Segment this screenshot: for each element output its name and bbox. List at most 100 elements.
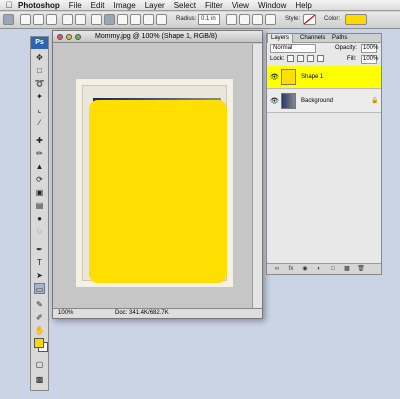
layers-panel-toolbar: ∞ fx ◉ ◐ □ ▩ 🗑: [267, 263, 381, 274]
tab-layers[interactable]: Layers: [267, 34, 294, 43]
layer-thumbnail: [281, 93, 296, 109]
lock-label: Lock:: [270, 56, 285, 62]
marquee-tool-icon[interactable]: □: [34, 65, 45, 76]
menu-select[interactable]: Select: [174, 0, 196, 11]
new-group-icon[interactable]: □: [329, 266, 337, 273]
document-status-bar: 100% Doc: 341.4K/682.7K: [53, 308, 262, 318]
document-title-bar[interactable]: Mommy.jpg @ 100% (Shape 1, RGB/8): [53, 31, 262, 43]
brush-tool-icon[interactable]: ✏: [34, 148, 45, 159]
magic-wand-icon[interactable]: ✦: [34, 91, 45, 102]
close-window-icon[interactable]: [57, 34, 63, 40]
layer-row-shape-1[interactable]: 👁 Shape 1: [267, 66, 381, 89]
lock-position-icon[interactable]: [307, 55, 314, 62]
zoom-level[interactable]: 100%: [58, 309, 73, 318]
adjustment-layer-icon[interactable]: ◐: [315, 266, 323, 273]
blend-mode-select[interactable]: Normal: [270, 44, 316, 53]
eye-icon[interactable]: 👁: [270, 97, 279, 105]
canvas-area[interactable]: [53, 44, 251, 308]
fill-pixels-icon[interactable]: [46, 14, 57, 25]
gradient-tool-icon[interactable]: ▤: [34, 200, 45, 211]
clone-stamp-icon[interactable]: ▲: [34, 161, 45, 172]
rounded-rectangle-icon[interactable]: [104, 14, 115, 25]
menu-bar:  Photoshop File Edit Image Layer Select…: [0, 0, 400, 11]
pen-tool-icon[interactable]: [62, 14, 73, 25]
tool-preset-picker[interactable]: [3, 14, 14, 25]
pen-tool-icon[interactable]: ✒: [34, 244, 45, 255]
app-menu[interactable]: Photoshop: [18, 0, 60, 11]
polygon-shape-icon[interactable]: [130, 14, 141, 25]
menu-view[interactable]: View: [232, 0, 249, 11]
history-brush-icon[interactable]: ⟳: [34, 174, 45, 185]
menu-edit[interactable]: Edit: [91, 0, 105, 11]
shape-tool-icon[interactable]: ▭: [34, 283, 45, 294]
hand-tool-icon[interactable]: ✋: [34, 325, 45, 336]
style-picker[interactable]: [303, 14, 316, 25]
custom-shape-icon[interactable]: [156, 14, 167, 25]
layer-style-icon[interactable]: fx: [287, 266, 295, 273]
lock-icon: 🔒: [371, 98, 379, 104]
lock-all-icon[interactable]: [317, 55, 324, 62]
vertical-scrollbar[interactable]: [252, 44, 262, 308]
panel-tabs: Layers Channels Paths: [267, 34, 381, 43]
layer-mask-icon[interactable]: ◉: [301, 266, 309, 273]
apple-menu-icon[interactable]: : [0, 0, 18, 11]
menu-help[interactable]: Help: [295, 0, 311, 11]
radius-label: Radius:: [176, 16, 197, 22]
opacity-input[interactable]: 100%: [361, 44, 378, 53]
type-tool-icon[interactable]: T: [34, 257, 45, 268]
style-label: Style:: [285, 16, 301, 22]
tab-channels[interactable]: Channels: [297, 34, 328, 43]
screen-mode-icon[interactable]: ▩: [34, 374, 45, 385]
combine-shapes-icon[interactable]: [226, 14, 237, 25]
blur-tool-icon[interactable]: ●: [34, 213, 45, 224]
dodge-tool-icon[interactable]: ◌: [34, 226, 45, 237]
menu-filter[interactable]: Filter: [205, 0, 223, 11]
slice-tool-icon[interactable]: ∕: [34, 117, 45, 128]
healing-brush-icon[interactable]: ✚: [34, 135, 45, 146]
lock-image-icon[interactable]: [297, 55, 304, 62]
menu-image[interactable]: Image: [113, 0, 135, 11]
rectangle-shape-icon[interactable]: [91, 14, 102, 25]
ellipse-shape-icon[interactable]: [117, 14, 128, 25]
zoom-window-icon[interactable]: [75, 34, 81, 40]
layers-panel: Layers Channels Paths Normal Opacity: 10…: [266, 33, 382, 275]
document-title: Mommy.jpg @ 100% (Shape 1, RGB/8): [95, 33, 218, 40]
exclude-shapes-icon[interactable]: [265, 14, 276, 25]
layer-row-background[interactable]: 👁 Background 🔒: [267, 90, 381, 113]
layer-name: Shape 1: [301, 74, 324, 80]
menu-layer[interactable]: Layer: [145, 0, 165, 11]
crop-tool-icon[interactable]: ⌞: [34, 104, 45, 115]
eye-icon[interactable]: 👁: [270, 73, 279, 81]
link-layers-icon[interactable]: ∞: [273, 266, 281, 273]
paths-icon[interactable]: [33, 14, 44, 25]
foreground-color-swatch[interactable]: [34, 338, 44, 348]
notes-tool-icon[interactable]: ✎: [34, 299, 45, 310]
move-tool-icon[interactable]: ✥: [34, 52, 45, 63]
quick-mask-icon[interactable]: ▢: [34, 359, 45, 370]
menu-window[interactable]: Window: [258, 0, 286, 11]
fill-input[interactable]: 100%: [361, 55, 378, 64]
tools-panel: Ps ✥ □ ➰ ✦ ⌞ ∕ ✚ ✏ ▲ ⟳ ▣ ▤ ● ◌ ✒ T ➤ ▭ ✎…: [30, 36, 49, 391]
no-style-icon: [303, 14, 316, 25]
freeform-pen-icon[interactable]: [75, 14, 86, 25]
menu-file[interactable]: File: [69, 0, 82, 11]
options-bar: Radius: 0.1 in Style: Color:: [0, 12, 400, 29]
eraser-tool-icon[interactable]: ▣: [34, 187, 45, 198]
delete-layer-icon[interactable]: 🗑: [357, 266, 365, 273]
intersect-shapes-icon[interactable]: [252, 14, 263, 25]
shape-layers-icon[interactable]: [20, 14, 31, 25]
color-swatch[interactable]: [345, 14, 367, 25]
line-shape-icon[interactable]: [143, 14, 154, 25]
lasso-tool-icon[interactable]: ➰: [34, 78, 45, 89]
eyedropper-icon[interactable]: ✐: [34, 312, 45, 323]
minimize-window-icon[interactable]: [66, 34, 72, 40]
rounded-rectangle-shape[interactable]: [89, 100, 227, 283]
subtract-shapes-icon[interactable]: [239, 14, 250, 25]
layer-name: Background: [301, 98, 334, 104]
new-layer-icon[interactable]: ▩: [343, 266, 351, 273]
path-selection-icon[interactable]: ➤: [34, 270, 45, 281]
radius-input[interactable]: 0.1 in: [198, 14, 220, 25]
document-window: Mommy.jpg @ 100% (Shape 1, RGB/8) 100% D…: [52, 30, 263, 319]
tab-paths[interactable]: Paths: [329, 34, 350, 43]
lock-transparency-icon[interactable]: [287, 55, 294, 62]
